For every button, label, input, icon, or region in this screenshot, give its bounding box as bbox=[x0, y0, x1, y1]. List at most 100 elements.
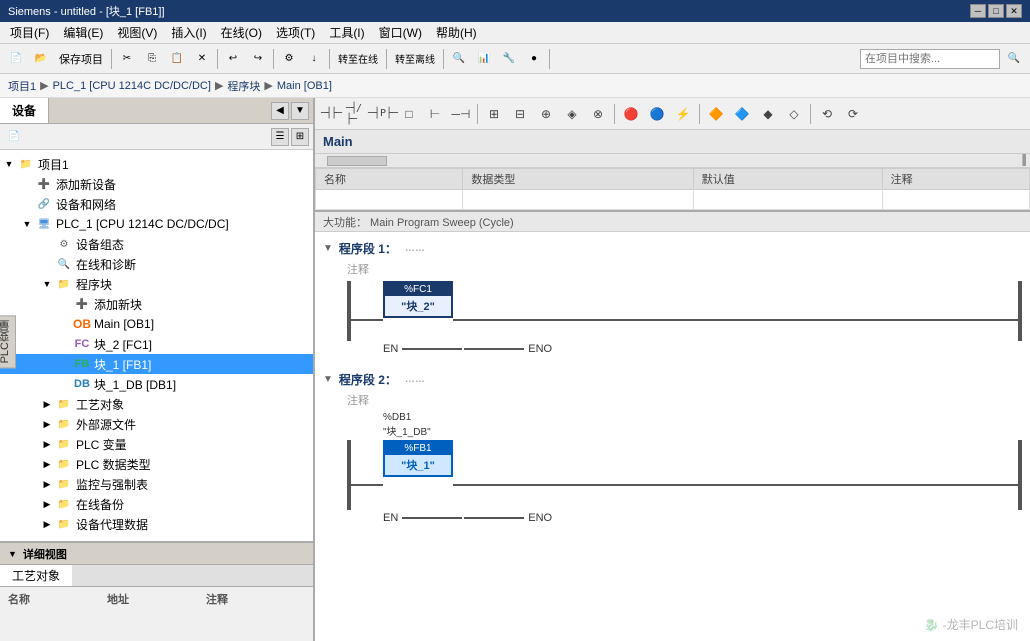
p-contact-btn[interactable]: ─┤P├─ bbox=[371, 102, 395, 126]
menu-item-插入I[interactable]: 插入(I) bbox=[165, 22, 212, 43]
breadcrumb-item-3[interactable]: 程序块 bbox=[227, 78, 260, 94]
more-btn-1[interactable]: ⊞ bbox=[482, 102, 506, 126]
tree-item-plc-variables[interactable]: ▶ 📁 PLC 变量 bbox=[0, 434, 313, 454]
device-tab[interactable]: 设备 bbox=[0, 98, 49, 123]
menu-item-编辑E[interactable]: 编辑(E) bbox=[57, 22, 109, 43]
close-btn[interactable]: ✕ bbox=[1006, 4, 1022, 18]
branch-btn[interactable]: ⊢ bbox=[423, 102, 447, 126]
tree-item-ext-sources[interactable]: ▶ 📁 外部源文件 bbox=[0, 414, 313, 434]
tree-view-btn-1[interactable]: ☰ bbox=[271, 128, 289, 146]
toggle-online-backup[interactable]: ▶ bbox=[40, 497, 54, 511]
breadcrumb-item-4[interactable]: Main [OB1] bbox=[277, 80, 332, 92]
tree-item-tech-objects[interactable]: ▶ 📁 工艺对象 bbox=[0, 394, 313, 414]
ladder-editor[interactable]: ▼ 程序段 1： …… 注释 bbox=[315, 232, 1030, 641]
menu-item-项目F[interactable]: 项目(F) bbox=[4, 22, 55, 43]
cut-btn[interactable]: ✂ bbox=[115, 47, 139, 71]
tool3[interactable]: 🔧 bbox=[497, 47, 521, 71]
tree-item-main-ob1[interactable]: ▶ OB Main [OB1] bbox=[0, 314, 313, 334]
tree-item-fb1[interactable]: ▶ FB 块_1 [FB1] bbox=[0, 354, 313, 374]
tree-item-online-backup[interactable]: ▶ 📁 在线备份 bbox=[0, 494, 313, 514]
fb1-function-box[interactable]: %FB1 "块_1" bbox=[383, 440, 453, 477]
new-btn[interactable]: 📄 bbox=[4, 47, 28, 71]
plc-variables-tab[interactable]: PLC变量 bbox=[0, 315, 16, 368]
download-btn[interactable]: ↓ bbox=[302, 47, 326, 71]
cell-name[interactable] bbox=[316, 190, 463, 210]
h-scrollbar-thumb[interactable] bbox=[327, 156, 387, 166]
menu-item-帮助H[interactable]: 帮助(H) bbox=[430, 22, 483, 43]
tree-item-plc1[interactable]: ▼ 🖥 PLC_1 [CPU 1214C DC/DC/DC] bbox=[0, 214, 313, 234]
tree-item-plc-data-types[interactable]: ▶ 📁 PLC 数据类型 bbox=[0, 454, 313, 474]
minimize-btn[interactable]: ─ bbox=[970, 4, 986, 18]
tree-item-monitor-force[interactable]: ▶ 📁 监控与强制表 bbox=[0, 474, 313, 494]
more-btn-3[interactable]: ⊕ bbox=[534, 102, 558, 126]
menu-item-工具I[interactable]: 工具(I) bbox=[323, 22, 370, 43]
tree-btn-1[interactable]: 📄 bbox=[4, 127, 24, 147]
fc1-function-box[interactable]: %FC1 "块_2" bbox=[383, 281, 453, 318]
tree-item-program-blocks[interactable]: ▼ 📁 程序块 bbox=[0, 274, 313, 294]
wire-btn[interactable]: ─⊣ bbox=[449, 102, 473, 126]
more-btn-2[interactable]: ⊟ bbox=[508, 102, 532, 126]
toggle-plc1[interactable]: ▼ bbox=[20, 217, 34, 231]
box-btn[interactable]: □ bbox=[397, 102, 421, 126]
more-btn-7[interactable]: 🔵 bbox=[645, 102, 669, 126]
toggle-ext-sources[interactable]: ▶ bbox=[40, 417, 54, 431]
tech-objects-tab[interactable]: 工艺对象 bbox=[0, 565, 72, 586]
network-2-collapse-btn[interactable]: ▼ bbox=[323, 374, 333, 385]
network-1-collapse-btn[interactable]: ▼ bbox=[323, 243, 333, 254]
toggle-plc-variables[interactable]: ▶ bbox=[40, 437, 54, 451]
go-offline-btn[interactable]: 转至离线 bbox=[390, 47, 440, 71]
redo-btn[interactable]: ↪ bbox=[246, 47, 270, 71]
menu-item-选项T[interactable]: 选项(T) bbox=[270, 22, 321, 43]
tree-view-btn-2[interactable]: ⊞ bbox=[291, 128, 309, 146]
toggle-plc-data-types[interactable]: ▶ bbox=[40, 457, 54, 471]
more-btn-13[interactable]: ⟲ bbox=[815, 102, 839, 126]
search-input[interactable] bbox=[860, 49, 1000, 69]
toggle-device-proxy[interactable]: ▶ bbox=[40, 517, 54, 531]
contact-nc-btn[interactable]: ─┤/├─ bbox=[345, 102, 369, 126]
delete-btn[interactable]: ✕ bbox=[190, 47, 214, 71]
maximize-btn[interactable]: □ bbox=[988, 4, 1004, 18]
breadcrumb-item-1[interactable]: 项目1 bbox=[8, 78, 36, 94]
h-scroll-top[interactable]: ▐ bbox=[315, 154, 1030, 168]
tree-item-device-proxy[interactable]: ▶ 📁 设备代理数据 bbox=[0, 514, 313, 534]
more-btn-10[interactable]: 🔷 bbox=[730, 102, 754, 126]
tree-item-fc1[interactable]: ▶ FC 块_2 [FC1] bbox=[0, 334, 313, 354]
more-btn-6[interactable]: 🔴 bbox=[619, 102, 643, 126]
tool2[interactable]: 📊 bbox=[472, 47, 496, 71]
open-btn[interactable]: 📂 bbox=[29, 47, 53, 71]
menu-item-视图V[interactable]: 视图(V) bbox=[111, 22, 163, 43]
tool1[interactable]: 🔍 bbox=[447, 47, 471, 71]
more-btn-8[interactable]: ⚡ bbox=[671, 102, 695, 126]
save-btn[interactable]: 保存项目 bbox=[54, 47, 108, 71]
cell-type[interactable] bbox=[463, 190, 693, 210]
more-btn-5[interactable]: ⊗ bbox=[586, 102, 610, 126]
toggle-monitor-force[interactable]: ▶ bbox=[40, 477, 54, 491]
network-1-comment[interactable]: 注释 bbox=[347, 261, 1022, 277]
more-btn-9[interactable]: 🔶 bbox=[704, 102, 728, 126]
contact-no-btn[interactable]: ─┤├─ bbox=[319, 102, 343, 126]
copy-btn[interactable]: ⎘ bbox=[140, 47, 164, 71]
menu-item-在线O[interactable]: 在线(O) bbox=[215, 22, 268, 43]
toggle-project1[interactable]: ▼ bbox=[2, 157, 16, 171]
tree-item-add-device[interactable]: ▶ ➕ 添加新设备 bbox=[0, 174, 313, 194]
tree-item-device-config[interactable]: ▶ ⚙ 设备组态 bbox=[0, 234, 313, 254]
more-btn-11[interactable]: ◆ bbox=[756, 102, 780, 126]
menu-item-窗口W[interactable]: 窗口(W) bbox=[373, 22, 428, 43]
breadcrumb-item-2[interactable]: PLC_1 [CPU 1214C DC/DC/DC] bbox=[53, 80, 211, 92]
more-btn-12[interactable]: ◇ bbox=[782, 102, 806, 126]
tree-item-project1[interactable]: ▼ 📁 项目1 bbox=[0, 154, 313, 174]
compile-btn[interactable]: ⚙ bbox=[277, 47, 301, 71]
paste-btn[interactable]: 📋 bbox=[165, 47, 189, 71]
tree-item-online-diag[interactable]: ▶ 🔍 在线和诊断 bbox=[0, 254, 313, 274]
undo-btn[interactable]: ↩ bbox=[221, 47, 245, 71]
network-2-comment[interactable]: 注释 bbox=[347, 392, 1022, 408]
search-btn[interactable]: 🔍 bbox=[1002, 47, 1026, 71]
detail-toggle-arrow[interactable]: ▼ bbox=[8, 549, 17, 559]
detail-view-header[interactable]: ▼ 详细视图 bbox=[0, 543, 313, 565]
tree-item-devices-network[interactable]: ▶ 🔗 设备和网络 bbox=[0, 194, 313, 214]
panel-collapse-btn[interactable]: ◀ bbox=[271, 102, 289, 120]
cell-comment[interactable] bbox=[882, 190, 1029, 210]
tool4[interactable]: ● bbox=[522, 47, 546, 71]
tree-item-db1[interactable]: ▶ DB 块_1_DB [DB1] bbox=[0, 374, 313, 394]
toggle-tech-objects[interactable]: ▶ bbox=[40, 397, 54, 411]
